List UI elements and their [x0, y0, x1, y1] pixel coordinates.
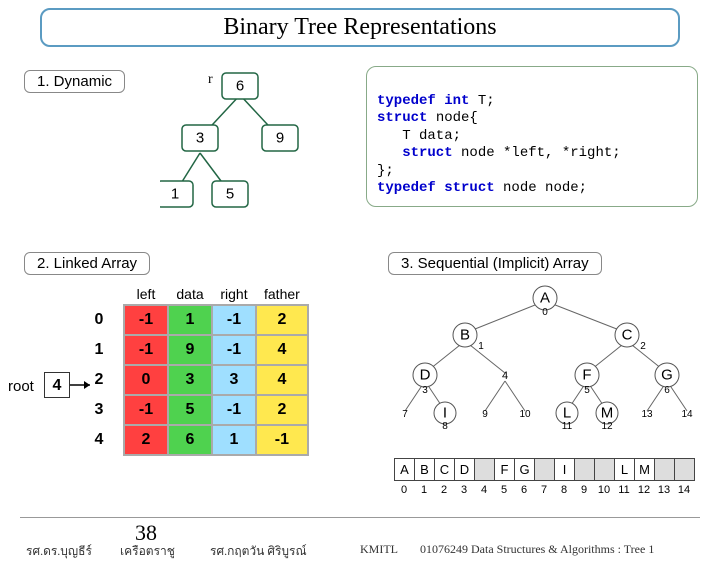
- table-row: 1-19-14: [80, 335, 308, 365]
- root-label-text: root: [8, 378, 34, 395]
- svg-text:C: C: [622, 327, 633, 344]
- svg-text:B: B: [460, 327, 470, 344]
- svg-text:L: L: [563, 405, 571, 422]
- struct-code: typedef int T; struct node{ T data; stru…: [366, 66, 698, 207]
- section-sequential: 3. Sequential (Implicit) Array: [388, 252, 602, 275]
- svg-text:9: 9: [482, 409, 488, 420]
- implicit-tree: A0 B1 C2 D3 4 F5 G6 7 I8 9 10 L11 M12 13…: [375, 283, 715, 453]
- table-row: 20334: [80, 365, 308, 395]
- svg-text:9: 9: [276, 130, 284, 147]
- svg-text:I: I: [443, 405, 447, 422]
- svg-text:2: 2: [640, 341, 646, 352]
- svg-text:3: 3: [196, 130, 204, 147]
- root-label: r: [208, 72, 213, 87]
- svg-text:F: F: [582, 367, 591, 384]
- svg-text:A: A: [540, 290, 550, 307]
- svg-text:1: 1: [478, 341, 484, 352]
- root-index-box: 4: [44, 372, 70, 398]
- svg-text:4: 4: [502, 370, 508, 382]
- linked-array-table: left data right father 0-11-12 1-19-14 2…: [80, 286, 309, 456]
- page-title: Binary Tree Representations: [40, 8, 680, 47]
- svg-text:12: 12: [601, 421, 613, 432]
- footer-divider: [20, 517, 700, 518]
- svg-text:D: D: [420, 367, 431, 384]
- table-row: 3-15-12: [80, 395, 308, 425]
- svg-text:14: 14: [681, 409, 693, 420]
- svg-text:10: 10: [519, 409, 531, 420]
- svg-text:8: 8: [442, 421, 448, 432]
- svg-text:M: M: [601, 405, 614, 422]
- section-linked: 2. Linked Array: [24, 252, 150, 275]
- svg-text:G: G: [661, 367, 673, 384]
- dynamic-tree: r 6 3 9 1 5: [160, 63, 360, 233]
- svg-text:6: 6: [664, 385, 670, 396]
- svg-text:1: 1: [171, 186, 179, 203]
- svg-text:7: 7: [402, 409, 408, 420]
- svg-text:5: 5: [584, 385, 590, 396]
- table-row: 0-11-12: [80, 305, 308, 335]
- implicit-array-index: 0123 456 789 101112 1314: [394, 482, 694, 498]
- svg-text:13: 13: [641, 409, 653, 420]
- svg-text:11: 11: [562, 421, 573, 432]
- svg-text:6: 6: [236, 78, 244, 95]
- implicit-array: ABCD FG I LM: [394, 458, 695, 481]
- svg-text:5: 5: [226, 186, 234, 203]
- section-dynamic: 1. Dynamic: [24, 70, 125, 93]
- page-number: 38: [135, 520, 157, 546]
- svg-text:3: 3: [422, 385, 428, 396]
- svg-text:0: 0: [542, 307, 548, 318]
- table-row: 4261-1: [80, 425, 308, 455]
